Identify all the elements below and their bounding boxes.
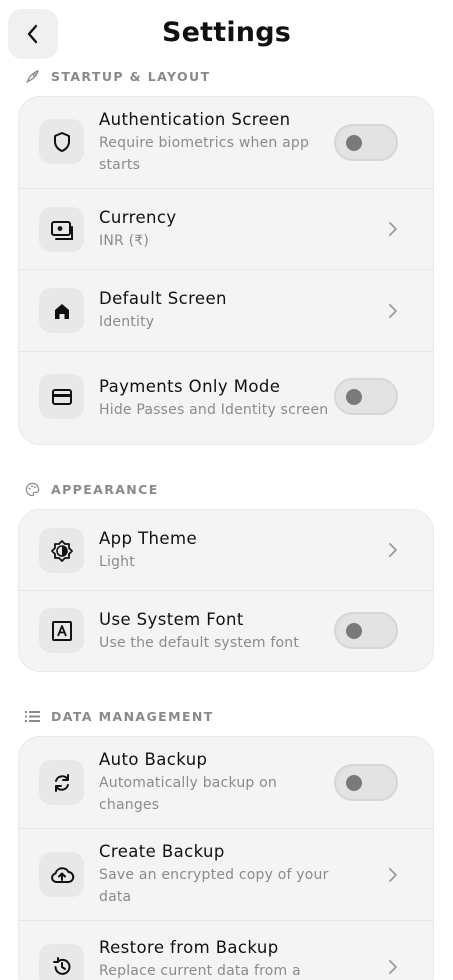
chevron-right-icon — [387, 867, 399, 883]
card-startup-layout: Authentication Screen Require biometrics… — [18, 96, 434, 445]
toggle-knob — [346, 775, 362, 791]
setting-authentication-screen[interactable]: Authentication Screen Require biometrics… — [19, 97, 433, 189]
setting-subtitle: Require biometrics when app starts — [99, 135, 310, 173]
toggle-knob — [346, 389, 362, 405]
page-title: Settings — [161, 17, 292, 48]
setting-title: Authentication Screen — [99, 110, 291, 129]
setting-subtitle: Identity — [99, 314, 155, 330]
palette-icon — [24, 481, 40, 497]
chevron-right-icon — [387, 542, 399, 558]
setting-default-screen[interactable]: Default Screen Identity — [19, 270, 433, 352]
toggle-knob — [346, 623, 362, 639]
setting-use-system-font[interactable]: Use System Font Use the default system f… — [19, 591, 433, 671]
sync-icon — [39, 760, 84, 805]
section-label-startup-layout: STARTUP & LAYOUT — [24, 67, 211, 85]
cloud-upload-icon — [39, 852, 84, 897]
setting-currency[interactable]: Currency INR (₹) — [19, 189, 433, 270]
auto-backup-toggle[interactable] — [334, 764, 398, 801]
setting-title: Use System Font — [99, 609, 244, 629]
setting-title: App Theme — [99, 528, 197, 548]
authentication-toggle[interactable] — [334, 124, 398, 161]
setting-title: Currency — [99, 207, 177, 227]
setting-subtitle: Hide Passes and Identity screen — [99, 401, 329, 418]
section-label-appearance: APPEARANCE — [24, 480, 159, 498]
setting-payments-only-mode[interactable]: Payments Only Mode Hide Passes and Ident… — [19, 352, 433, 444]
header: Settings — [0, 0, 453, 70]
chevron-right-icon — [387, 959, 399, 975]
setting-restore-from-backup[interactable]: Restore from Backup Replace current data… — [19, 921, 433, 980]
chevron-right-icon — [387, 221, 399, 237]
setting-title: Create Backup — [99, 842, 225, 861]
rocket-icon — [24, 68, 40, 84]
setting-subtitle: Replace current data from a — [99, 963, 301, 979]
setting-title: Default Screen — [99, 289, 227, 308]
list-icon — [24, 708, 40, 724]
card-data-management: Auto Backup Automatically backup on chan… — [18, 736, 434, 980]
restore-icon — [39, 944, 84, 980]
setting-title: Payments Only Mode — [99, 376, 281, 396]
credit-card-icon — [39, 374, 84, 419]
money-icon — [39, 207, 84, 252]
setting-title: Restore from Backup — [99, 938, 279, 957]
section-label-data-management: DATA MANAGEMENT — [24, 707, 214, 725]
setting-create-backup[interactable]: Create Backup Save an encrypted copy of … — [19, 829, 433, 921]
brightness-icon — [39, 528, 84, 573]
shield-icon — [39, 119, 84, 164]
toggle-knob — [346, 135, 362, 151]
chevron-right-icon — [387, 303, 399, 319]
setting-title: Auto Backup — [99, 750, 208, 769]
setting-subtitle: Save an encrypted copy of your data — [99, 867, 329, 905]
setting-auto-backup[interactable]: Auto Backup Automatically backup on chan… — [19, 737, 433, 829]
card-appearance: App Theme Light Use System Font Use the … — [18, 509, 434, 672]
setting-subtitle: Use the default system font — [99, 634, 300, 651]
setting-subtitle: Automatically backup on changes — [99, 775, 277, 813]
setting-app-theme[interactable]: App Theme Light — [19, 510, 433, 591]
setting-subtitle: Light — [99, 553, 135, 570]
font-icon — [39, 608, 84, 653]
setting-subtitle: INR (₹) — [99, 232, 150, 249]
home-icon — [39, 288, 84, 333]
system-font-toggle[interactable] — [334, 612, 398, 649]
payments-only-toggle[interactable] — [334, 378, 398, 415]
